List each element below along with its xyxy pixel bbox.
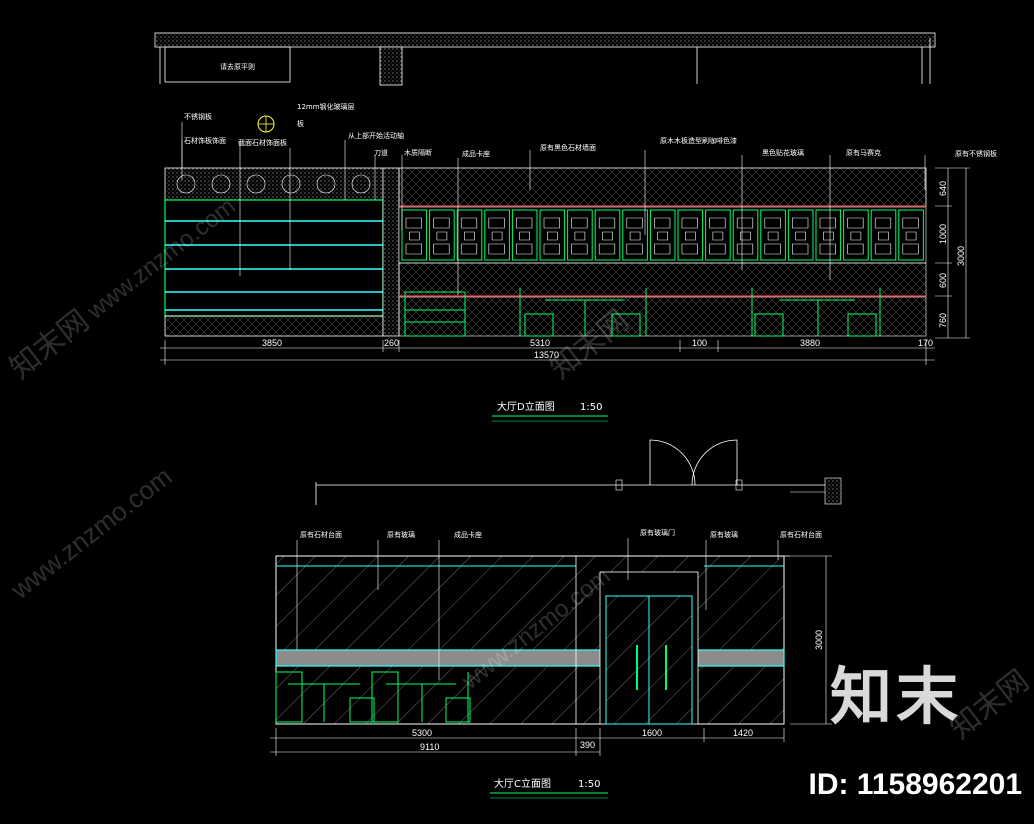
- dim-c-1: 1600: [642, 728, 662, 738]
- label-c-1: 原有玻璃: [387, 530, 415, 539]
- dim-c-3: 9110: [420, 742, 439, 752]
- id-tag: ID: 1158962201: [808, 768, 1022, 801]
- label-c-0: 原有石材台面: [300, 530, 342, 539]
- label-d-13: 原有不锈钢板: [955, 149, 997, 158]
- watermark-cn-1: 知末网: [4, 304, 95, 385]
- dim-d-1: 260: [384, 338, 399, 348]
- label-d-0: 不锈钢板: [184, 112, 212, 121]
- dim-d-height: 3000: [956, 246, 966, 266]
- dim-d-r3: 760: [938, 313, 948, 328]
- dim-d-r0: 640: [938, 181, 948, 196]
- dim-d-5: 170: [918, 338, 933, 348]
- watermark-site-2: www.znzmo.com: [4, 461, 177, 605]
- label-c-2: 成品卡座: [454, 530, 482, 539]
- title-d: 大厅D立面图: [497, 400, 555, 413]
- title-c: 大厅C立面图: [494, 777, 551, 790]
- label-c-4: 原有玻璃: [710, 530, 738, 539]
- label-d-6: 刀道: [374, 148, 388, 157]
- label-c-3: 原有玻璃门: [640, 528, 675, 537]
- scale-c: 1:50: [578, 779, 600, 790]
- label-d-5: 从上部开始活动轴: [348, 131, 404, 140]
- dim-d-2: 5310: [530, 338, 550, 348]
- dim-d-r1: 1000: [938, 224, 948, 244]
- scale-d: 1:50: [580, 402, 602, 413]
- dim-c-0: 5300: [412, 728, 432, 738]
- top-note: 请去原平则: [220, 62, 255, 71]
- dim-c-2: 1420: [733, 728, 753, 738]
- label-d-8: 成品卡座: [462, 149, 490, 158]
- wall-section: [398, 167, 927, 337]
- label-d-1: 石材饰板饰面: [184, 136, 226, 145]
- dim-d-r2: 600: [938, 273, 948, 288]
- label-d-11: 黑色贴花玻璃: [762, 148, 804, 157]
- watermark-site-1: www.znzmo.com: [81, 193, 240, 326]
- label-d-10: 原木木板造型刷咖啡色漆: [660, 136, 737, 145]
- label-d-3: 板: [297, 119, 304, 128]
- dim-c-height: 3000: [814, 630, 824, 650]
- dim-d-4: 3880: [800, 338, 820, 348]
- label-d-12: 原有马赛克: [846, 148, 881, 157]
- label-d-7: 木质隔断: [404, 148, 432, 157]
- dim-c-4: 390: [580, 740, 595, 750]
- shelf-section: [164, 167, 400, 337]
- dim-d-0: 3850: [262, 338, 282, 348]
- label-d-9: 原有黑色石材墙面: [540, 143, 596, 152]
- plan-strip: [154, 32, 936, 48]
- brand-logo-text: 知末: [829, 660, 962, 733]
- label-d-2: 12mm钢化玻璃层: [297, 102, 355, 111]
- label-c-5: 原有石材台面: [780, 530, 822, 539]
- label-d-4: 截面石材饰面板: [238, 138, 287, 147]
- dim-d-3: 100: [692, 338, 707, 348]
